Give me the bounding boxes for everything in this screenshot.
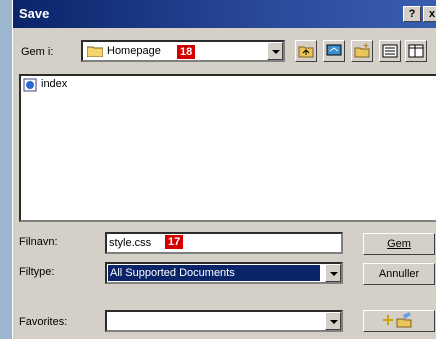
folder-icon bbox=[86, 45, 104, 58]
filename-value: style.css bbox=[109, 237, 152, 249]
filetype-value: All Supported Documents bbox=[108, 265, 320, 281]
favorites-select[interactable] bbox=[105, 310, 343, 332]
save-button[interactable]: Gem bbox=[363, 233, 435, 255]
details-view-button[interactable] bbox=[405, 40, 427, 62]
new-folder-button[interactable] bbox=[351, 40, 373, 62]
desktop-icon bbox=[326, 44, 342, 56]
file-list[interactable]: index bbox=[19, 74, 436, 222]
favorites-label: Favorites: bbox=[19, 316, 68, 328]
filename-label: Filnavn: bbox=[19, 236, 58, 248]
lookin-select[interactable]: Homepage 18 bbox=[81, 40, 285, 62]
file-name: index bbox=[41, 78, 68, 90]
annotation-badge-17: 17 bbox=[165, 235, 184, 249]
annotation-badge-18: 18 bbox=[177, 45, 196, 59]
cancel-button[interactable]: Annuller bbox=[363, 263, 435, 285]
lookin-folder-name: Homepage bbox=[107, 45, 161, 57]
desktop-button[interactable] bbox=[323, 40, 345, 62]
up-one-level-button[interactable] bbox=[295, 40, 317, 62]
html-file-icon bbox=[23, 78, 37, 92]
details-view-icon bbox=[408, 44, 424, 58]
window-title: Save bbox=[19, 6, 50, 21]
close-button[interactable]: x bbox=[423, 6, 436, 22]
add-to-favorites-button[interactable] bbox=[363, 310, 435, 332]
lookin-label: Gem i: bbox=[21, 46, 54, 58]
filename-field[interactable]: style.css 17 bbox=[105, 232, 343, 254]
folder-up-icon bbox=[298, 46, 314, 58]
help-button[interactable]: ? bbox=[403, 6, 421, 22]
list-view-icon bbox=[382, 44, 398, 58]
add-favorite-icon bbox=[383, 312, 412, 328]
filetype-select[interactable]: All Supported Documents bbox=[105, 262, 343, 284]
save-button-label: Gem bbox=[387, 238, 411, 250]
lookin-dropdown-button[interactable] bbox=[267, 42, 283, 60]
favorites-dropdown-button[interactable] bbox=[325, 312, 341, 330]
title-bar: Save ? x bbox=[13, 0, 436, 28]
filetype-label: Filtype: bbox=[19, 266, 55, 278]
list-view-button[interactable] bbox=[379, 40, 401, 62]
filetype-dropdown-button[interactable] bbox=[325, 264, 341, 282]
background-strip bbox=[0, 0, 12, 339]
new-folder-icon bbox=[354, 43, 370, 58]
save-dialog: Save ? x Gem i: Homepage 18 index Filnav… bbox=[12, 0, 436, 339]
